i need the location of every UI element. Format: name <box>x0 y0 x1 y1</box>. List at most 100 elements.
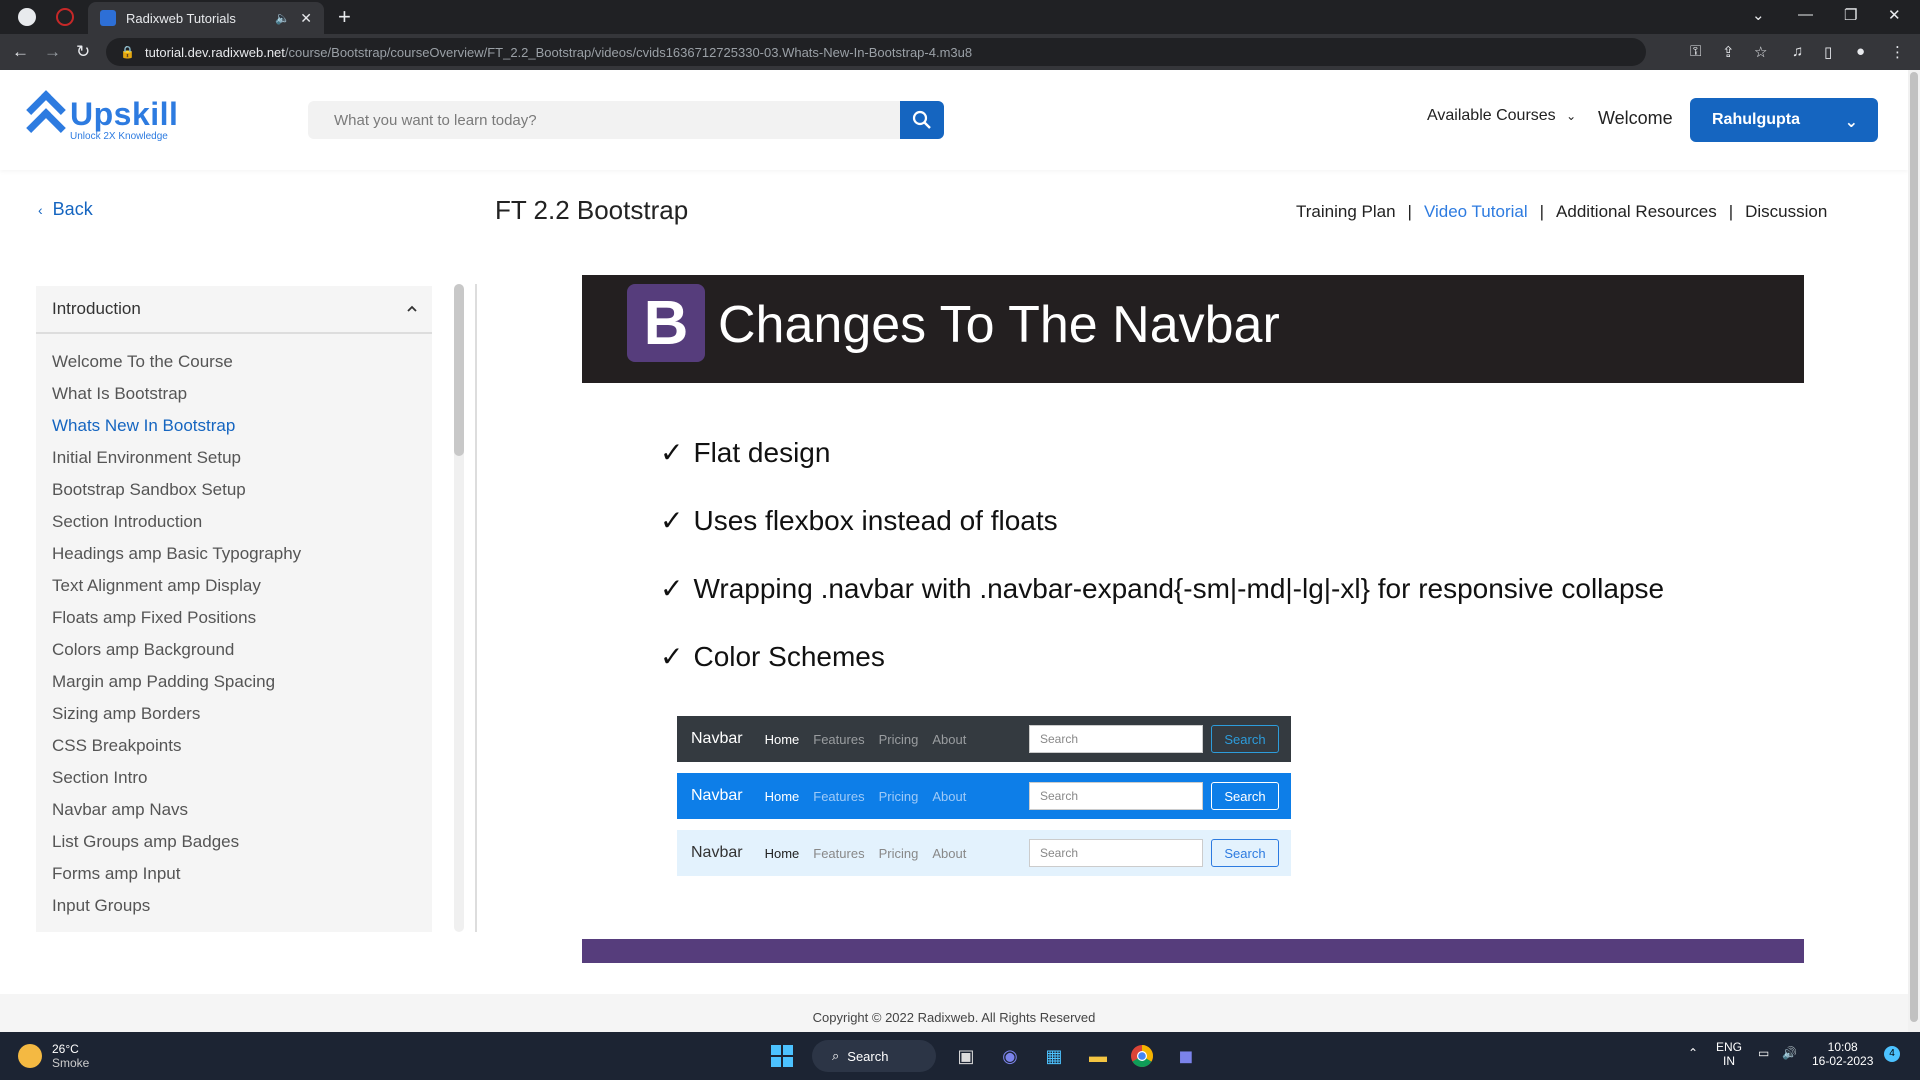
lock-icon[interactable]: 🔒 <box>120 45 135 59</box>
file-explorer-icon[interactable]: ▬ <box>1082 1040 1114 1072</box>
page-scrollbar[interactable] <box>1908 70 1920 1032</box>
lesson-item[interactable]: Section Intro <box>36 762 432 794</box>
demo-navbar-light: Navbar Home Features Pricing About Searc… <box>677 830 1291 876</box>
menu-kebab-icon[interactable]: ⋮ <box>1890 43 1905 61</box>
sidebar-scrollbar[interactable] <box>454 284 464 932</box>
taskbar-search[interactable]: ⌕ Search <box>812 1040 936 1072</box>
scrollbar-thumb[interactable] <box>1910 72 1918 1022</box>
lesson-item[interactable]: Colors amp Background <box>36 634 432 666</box>
close-window-icon[interactable]: ✕ <box>1888 6 1901 24</box>
show-hidden-icons-icon[interactable]: ⌃ <box>1688 1046 1698 1060</box>
demo-link: About <box>932 845 967 861</box>
task-view-icon[interactable]: ▣ <box>950 1040 982 1072</box>
demo-search-button: Search <box>1211 839 1279 867</box>
chat-icon[interactable]: ◉ <box>994 1040 1026 1072</box>
store-icon[interactable]: ▦ <box>1038 1040 1070 1072</box>
profile-icon[interactable] <box>18 8 36 26</box>
demo-search-input: Search <box>1029 839 1203 867</box>
available-courses-dropdown[interactable]: Available Courses ⌄ <box>1427 107 1576 125</box>
lesson-item[interactable]: Bootstrap Sandbox Setup <box>36 474 432 506</box>
chevron-down-icon: ⌄ <box>1844 114 1858 131</box>
lesson-item[interactable]: List Groups amp Badges <box>36 826 432 858</box>
profile-avatar-icon[interactable]: ● <box>1856 43 1865 60</box>
scrollbar-thumb[interactable] <box>454 284 464 456</box>
close-tab-icon[interactable]: ✕ <box>300 10 312 27</box>
tab-additional-resources[interactable]: Additional Resources <box>1556 202 1717 221</box>
tab-discussion[interactable]: Discussion <box>1745 202 1827 221</box>
weather-widget[interactable]: 26°C Smoke <box>18 1042 89 1070</box>
language-indicator[interactable]: ENG IN <box>1716 1040 1742 1068</box>
lesson-item[interactable]: CSS Breakpoints <box>36 730 432 762</box>
tab-video-tutorial[interactable]: Video Tutorial <box>1424 202 1528 221</box>
windows-start-icon[interactable] <box>766 1040 798 1072</box>
slide-bullets: ✓ Flat design ✓ Uses flexbox instead of fl… <box>660 435 1664 707</box>
lesson-item[interactable]: Headings amp Basic Typography <box>36 538 432 570</box>
restore-icon[interactable]: ❐ <box>1844 6 1857 24</box>
pinned-tab-icon[interactable] <box>56 8 74 26</box>
taskbar-apps: ⌕ Search ▣ ◉ ▦ ▬ ◼ <box>760 1040 1208 1072</box>
course-search <box>308 101 944 139</box>
share-icon[interactable]: ⇪ <box>1722 43 1735 61</box>
browser-tab-bar: Radixweb Tutorials 🔈 ✕ + ⌄ — ❐ ✕ <box>0 0 1920 34</box>
speaker-icon[interactable]: 🔈 <box>275 11 290 25</box>
lesson-item-active[interactable]: Whats New In Bootstrap <box>36 410 432 442</box>
lesson-sidebar: Introduction Welcome To the Course What … <box>36 286 432 932</box>
minimize-icon[interactable]: — <box>1798 6 1813 23</box>
bootstrap-logo-icon: B <box>627 284 705 362</box>
lesson-item[interactable]: Initial Environment Setup <box>36 442 432 474</box>
lesson-item[interactable]: Navbar amp Navs <box>36 794 432 826</box>
new-tab-icon[interactable]: + <box>338 4 351 30</box>
date: 16-02-2023 <box>1812 1054 1874 1068</box>
demo-search-button: Search <box>1211 782 1279 810</box>
copyright-text: Copyright © 2022 Radixweb. All Rights Re… <box>812 1010 1096 1025</box>
tab-training-plan[interactable]: Training Plan <box>1296 202 1396 221</box>
reload-icon[interactable]: ↻ <box>76 42 90 62</box>
chrome-icon[interactable] <box>1126 1040 1158 1072</box>
bullet-item: ✓ Wrapping .navbar with .navbar-expand{-s… <box>660 573 1665 604</box>
back-link[interactable]: ‹ Back <box>38 199 93 220</box>
windows-taskbar: 26°C Smoke ⌕ Search ▣ ◉ ▦ ▬ ◼ ⌃ ENG IN ▭ … <box>0 1032 1920 1080</box>
lesson-list: Welcome To the Course What Is Bootstrap … <box>36 334 432 922</box>
demo-link: Pricing <box>878 845 919 861</box>
forward-arrow-icon[interactable]: → <box>44 42 61 62</box>
side-panel-icon[interactable]: ▯ <box>1824 43 1832 61</box>
search-button[interactable] <box>900 101 944 139</box>
key-icon[interactable]: ⚿ <box>1690 43 1701 60</box>
lesson-item[interactable]: Text Alignment amp Display <box>36 570 432 602</box>
lesson-item[interactable]: What Is Bootstrap <box>36 378 432 410</box>
lesson-item[interactable]: Sizing amp Borders <box>36 698 432 730</box>
demo-link: About <box>932 788 967 804</box>
lesson-item[interactable]: Input Groups <box>36 890 432 922</box>
user-menu-button[interactable]: Rahulgupta ⌄ <box>1690 98 1878 142</box>
lesson-item[interactable]: Welcome To the Course <box>36 346 432 378</box>
course-title: FT 2.2 Bootstrap <box>495 195 689 225</box>
tab-search-icon[interactable]: ⌄ <box>1752 6 1765 24</box>
notification-badge[interactable]: 4 <box>1884 1046 1900 1062</box>
lesson-item[interactable]: Forms amp Input <box>36 858 432 890</box>
search-input[interactable] <box>308 101 898 139</box>
lesson-item[interactable]: Floats amp Fixed Positions <box>36 602 432 634</box>
clock[interactable]: 10:08 16-02-2023 <box>1812 1040 1873 1068</box>
demo-search-input: Search <box>1029 725 1203 753</box>
media-icon[interactable]: ♫ <box>1792 43 1803 60</box>
active-tab[interactable]: Radixweb Tutorials 🔈 ✕ <box>88 2 324 34</box>
address-bar[interactable]: 🔒 tutorial.dev.radixweb.net/course/Boots… <box>106 38 1646 66</box>
bookmark-star-icon[interactable]: ☆ <box>1754 43 1767 61</box>
demo-navbar-blue: Navbar Home Features Pricing About Searc… <box>677 773 1291 819</box>
volume-icon[interactable]: 🔊 <box>1782 1046 1797 1060</box>
lesson-item[interactable]: Margin amp Padding Spacing <box>36 666 432 698</box>
lesson-item[interactable]: Section Introduction <box>36 506 432 538</box>
upskill-logo[interactable]: Upskill Unlock 2X Knowledge <box>26 90 179 148</box>
teams-icon[interactable]: ◼ <box>1170 1040 1202 1072</box>
section-header[interactable]: Introduction <box>36 286 432 334</box>
tab-title: Radixweb Tutorials <box>126 10 236 26</box>
video-player[interactable]: B Changes To The Navbar ✓ Flat design ✓ Us… <box>582 275 1804 963</box>
url-path: /course/Bootstrap/courseOverview/FT_2.2_… <box>284 44 973 60</box>
course-tabs: Training Plan | Video Tutorial | Additional … <box>1296 202 1828 221</box>
back-arrow-icon[interactable]: ← <box>12 42 29 62</box>
demo-link: Home <box>764 788 800 804</box>
demo-link: About <box>932 731 967 747</box>
search-icon: ⌕ <box>832 1048 840 1063</box>
logo-name: Upskill <box>70 96 179 132</box>
network-icon[interactable]: ▭ <box>1758 1046 1769 1060</box>
